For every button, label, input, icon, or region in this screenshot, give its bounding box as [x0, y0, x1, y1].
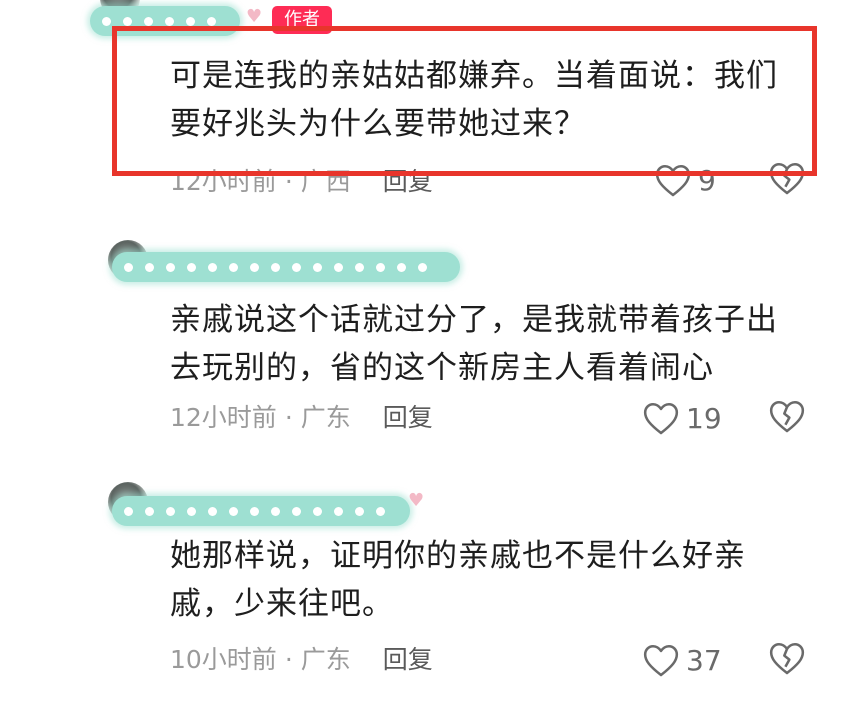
comment-location: 广东	[300, 645, 351, 674]
small-heart-icon: ♥	[246, 6, 263, 27]
dislike-button[interactable]	[768, 398, 808, 438]
like-button[interactable]: 37	[642, 640, 722, 680]
heart-outline-icon	[642, 400, 680, 436]
heart-outline-icon	[642, 642, 680, 678]
comment-time: 10小时前	[170, 645, 277, 674]
dislike-button[interactable]	[768, 640, 808, 680]
comment-text[interactable]: 亲戚说这个话就过分了，是我就带着孩子出 去玩别的，省的这个新房主人看着闹心	[170, 296, 810, 392]
small-heart-icon: ♥	[408, 490, 425, 511]
like-count: 37	[686, 643, 722, 677]
reply-button[interactable]: 回复	[383, 403, 433, 432]
highlight-box	[112, 26, 817, 176]
like-button[interactable]: 19	[642, 398, 722, 438]
meta-separator: ·	[284, 645, 293, 674]
reply-button[interactable]: 回复	[383, 645, 433, 674]
username-redacted[interactable]	[112, 252, 460, 282]
comment-location: 广东	[300, 403, 351, 432]
meta-separator: ·	[284, 403, 293, 432]
username-redacted[interactable]	[112, 496, 410, 526]
comment-time: 12小时前	[170, 403, 277, 432]
broken-heart-icon	[768, 398, 808, 434]
broken-heart-icon	[768, 640, 808, 676]
comment-text[interactable]: 她那样说，证明你的亲戚也不是什么好亲 戚，少来往吧。	[170, 532, 810, 628]
comment-meta: 12小时前 · 广东 回复	[170, 398, 433, 438]
like-count: 19	[686, 401, 722, 435]
comment-meta: 10小时前 · 广东 回复	[170, 640, 433, 680]
